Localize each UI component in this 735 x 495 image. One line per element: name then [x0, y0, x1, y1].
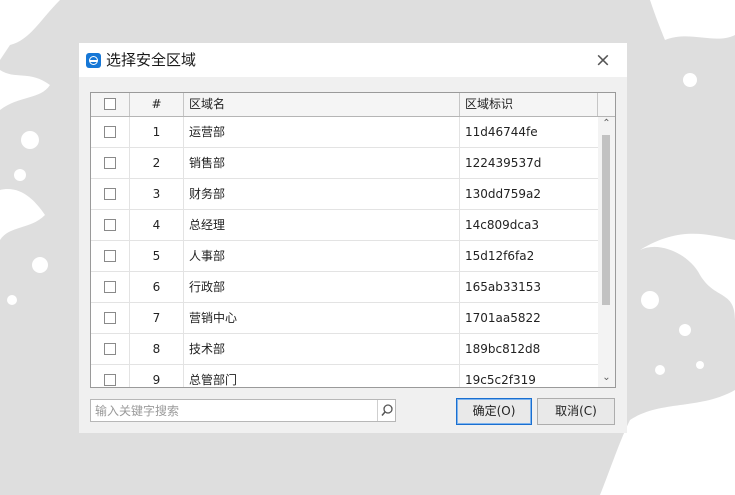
row-number: 6 — [130, 272, 184, 303]
row-number: 9 — [130, 365, 184, 387]
row-area-name: 行政部 — [184, 272, 460, 303]
search-input[interactable] — [91, 400, 377, 421]
ok-button[interactable]: 确定(O) — [456, 398, 532, 425]
table-row[interactable]: 1 运营部 11d46744fe — [91, 117, 598, 148]
table-row[interactable]: 6 行政部 165ab33153 — [91, 272, 598, 303]
table-header: # 区域名 区域标识 — [91, 93, 615, 117]
row-area-name: 人事部 — [184, 241, 460, 272]
row-area-id: 1701aa5822 — [465, 311, 541, 325]
row-number: 3 — [130, 179, 184, 210]
dialog-titlebar: 选择安全区域 × — [79, 43, 627, 77]
column-header-area-id[interactable]: 区域标识 — [460, 93, 598, 116]
table-row[interactable]: 9 总管部门 19c5c2f319 — [91, 365, 598, 387]
row-area-name: 总管部门 — [184, 365, 460, 387]
row-checkbox[interactable] — [104, 219, 116, 231]
table-row[interactable]: 4 总经理 14c809dca3 — [91, 210, 598, 241]
row-area-id: 14c809dca3 — [465, 218, 539, 232]
header-select-all-cell — [91, 93, 130, 116]
table-row[interactable]: 5 人事部 15d12f6fa2 — [91, 241, 598, 272]
row-checkbox[interactable] — [104, 312, 116, 324]
column-header-spacer — [598, 93, 615, 116]
dialog-title: 选择安全区域 — [106, 51, 197, 69]
select-security-area-dialog: 选择安全区域 × # 区域名 区域标识 1 运营部 11d46744fe 2 销售部 12… — [79, 43, 627, 433]
row-number: 1 — [130, 117, 184, 148]
row-number: 4 — [130, 210, 184, 241]
row-area-id: 189bc812d8 — [465, 342, 541, 356]
row-checkbox[interactable] — [104, 374, 116, 386]
row-area-id: 165ab33153 — [465, 280, 542, 294]
row-area-id: 130dd759a2 — [465, 187, 542, 201]
table-body: 1 运营部 11d46744fe 2 销售部 122439537d 3 财务部 130dd759… — [91, 117, 598, 387]
row-area-id: 11d46744fe — [465, 125, 538, 139]
area-table: # 区域名 区域标识 1 运营部 11d46744fe 2 销售部 122439537d 3… — [90, 92, 616, 388]
row-number: 7 — [130, 303, 184, 334]
table-row[interactable]: 2 销售部 122439537d — [91, 148, 598, 179]
row-checkbox[interactable] — [104, 250, 116, 262]
row-number: 5 — [130, 241, 184, 272]
row-checkbox[interactable] — [104, 157, 116, 169]
vertical-scrollbar[interactable]: ⌃ ⌄ — [598, 117, 615, 387]
scroll-down-arrow-icon[interactable]: ⌄ — [598, 371, 615, 385]
row-select-cell — [91, 272, 130, 303]
row-area-name: 销售部 — [184, 148, 460, 179]
row-number: 2 — [130, 148, 184, 179]
row-select-cell — [91, 117, 130, 148]
search-icon[interactable] — [377, 400, 396, 421]
app-logo-icon — [86, 53, 101, 68]
table-row[interactable]: 7 营销中心 1701aa5822 — [91, 303, 598, 334]
row-checkbox[interactable] — [104, 343, 116, 355]
row-checkbox[interactable] — [104, 188, 116, 200]
row-area-name: 财务部 — [184, 179, 460, 210]
row-select-cell — [91, 148, 130, 179]
table-row[interactable]: 3 财务部 130dd759a2 — [91, 179, 598, 210]
search-box — [90, 399, 396, 422]
close-button[interactable]: × — [591, 49, 615, 71]
column-header-area-name[interactable]: 区域名 — [184, 93, 460, 116]
row-checkbox[interactable] — [104, 126, 116, 138]
cancel-button[interactable]: 取消(C) — [537, 398, 615, 425]
row-checkbox[interactable] — [104, 281, 116, 293]
row-area-id: 122439537d — [465, 156, 542, 170]
column-header-number[interactable]: # — [130, 93, 184, 116]
row-select-cell — [91, 210, 130, 241]
scroll-up-arrow-icon[interactable]: ⌃ — [598, 117, 615, 131]
row-select-cell — [91, 303, 130, 334]
row-area-name: 营销中心 — [184, 303, 460, 334]
scroll-thumb[interactable] — [602, 135, 610, 305]
table-row[interactable]: 8 技术部 189bc812d8 — [91, 334, 598, 365]
row-select-cell — [91, 365, 130, 387]
row-select-cell — [91, 334, 130, 365]
row-area-id: 19c5c2f319 — [465, 373, 536, 387]
row-select-cell — [91, 179, 130, 210]
row-number: 8 — [130, 334, 184, 365]
row-area-name: 技术部 — [184, 334, 460, 365]
row-area-id: 15d12f6fa2 — [465, 249, 535, 263]
select-all-checkbox[interactable] — [104, 98, 116, 110]
row-area-name: 运营部 — [184, 117, 460, 148]
row-area-name: 总经理 — [184, 210, 460, 241]
row-select-cell — [91, 241, 130, 272]
